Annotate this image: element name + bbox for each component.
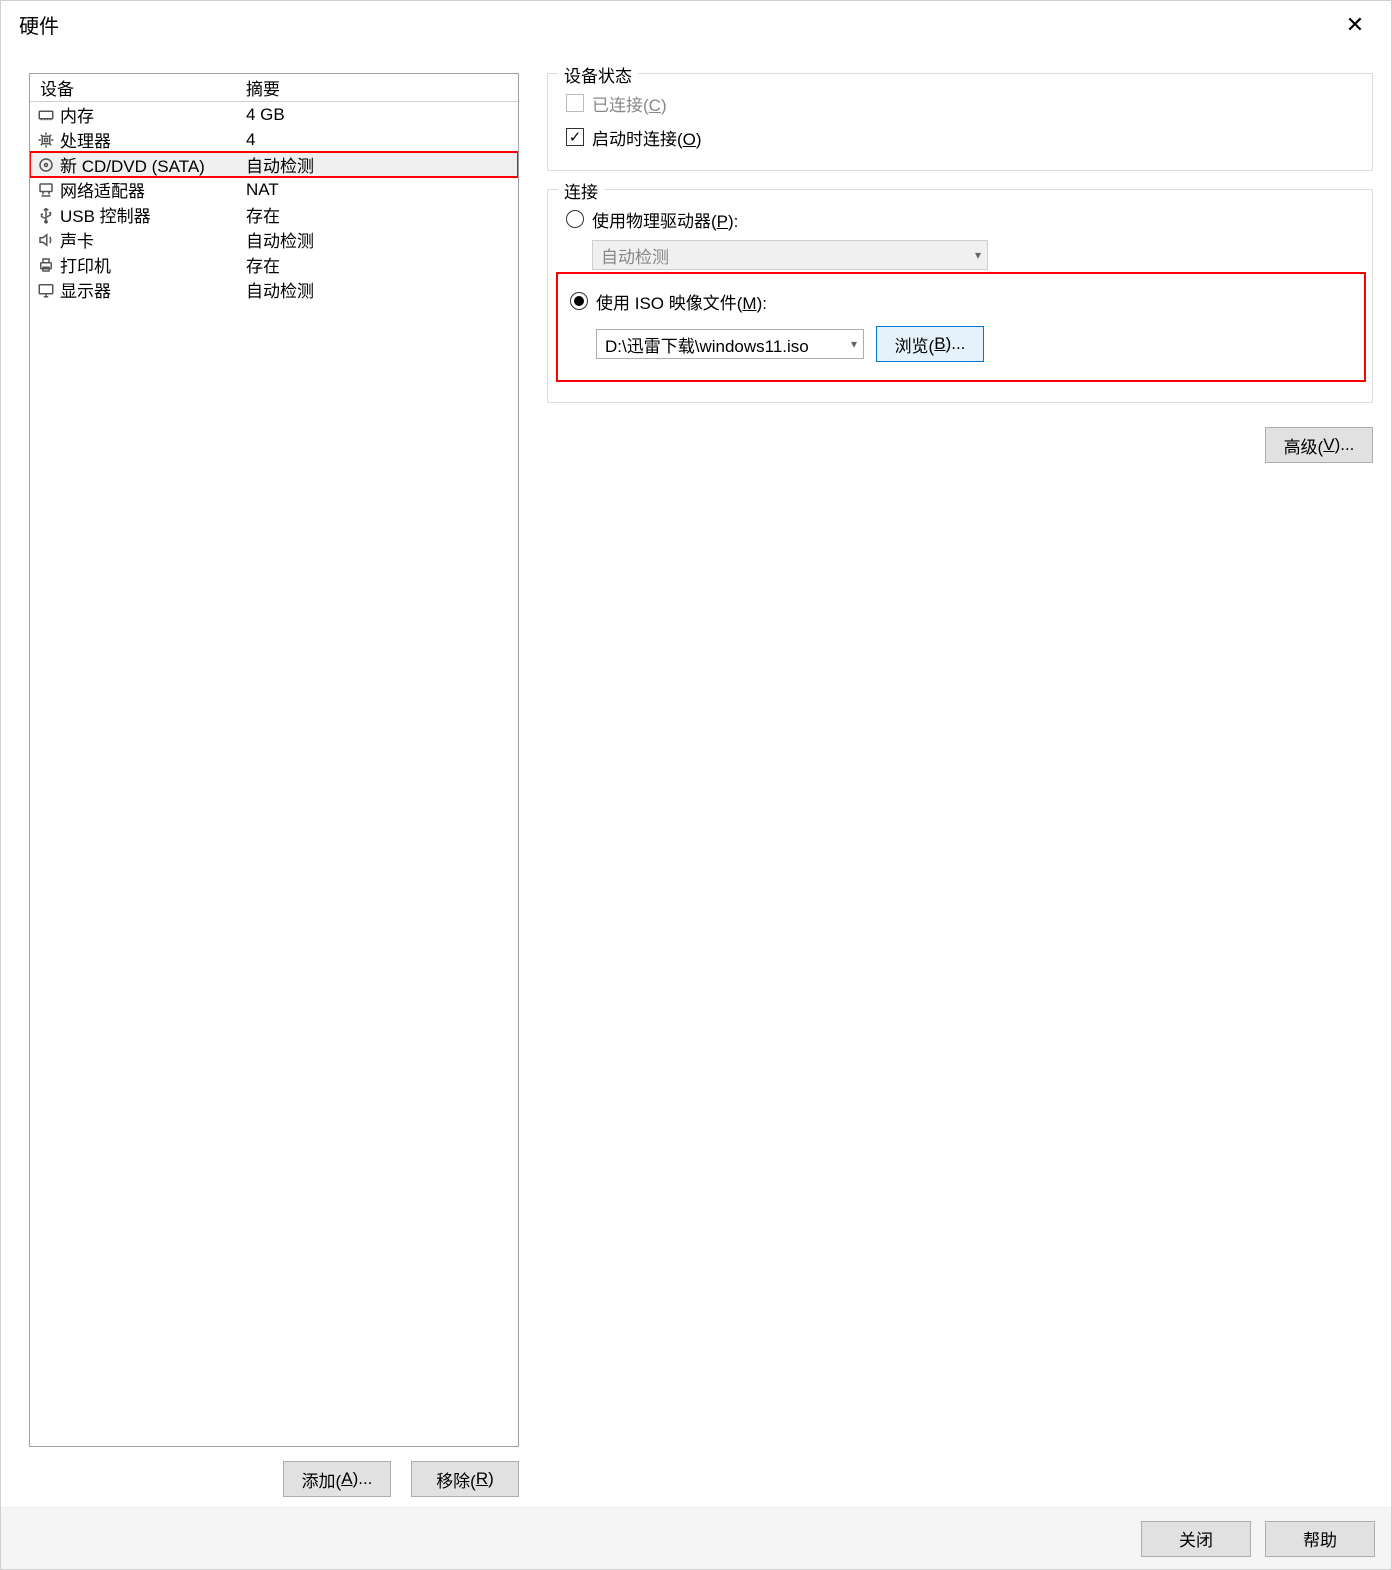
connected-row: 已连接(C)	[566, 86, 1356, 120]
usb-icon	[36, 205, 56, 225]
connect-poweron-label[interactable]: 启动时连接(O)	[592, 125, 702, 150]
window-title: 硬件	[19, 10, 59, 39]
iso-radio[interactable]	[570, 292, 588, 310]
add-button[interactable]: 添加(A)...	[283, 1461, 391, 1497]
device-row-printer[interactable]: 打印机 存在	[30, 252, 518, 277]
connect-poweron-row: 启动时连接(O)	[566, 120, 1356, 154]
browse-button[interactable]: 浏览(B)...	[876, 326, 984, 362]
device-label: 打印机	[60, 252, 111, 277]
device-row-disc[interactable]: 新 CD/DVD (SATA) 自动检测	[30, 152, 518, 177]
physical-drive-label[interactable]: 使用物理驱动器(P):	[592, 207, 738, 232]
sound-icon	[36, 230, 56, 250]
connected-checkbox[interactable]	[566, 94, 584, 112]
header-summary[interactable]: 摘要	[240, 75, 518, 100]
device-label: 内存	[60, 102, 94, 127]
disc-icon	[36, 155, 56, 175]
device-label: 网络适配器	[60, 177, 145, 202]
device-label: 新 CD/DVD (SATA)	[60, 152, 205, 177]
device-table-body: 内存 4 GB 处理器 4 新 CD/DVD (SATA) 自动检测 网络适配器…	[30, 102, 518, 1446]
remove-button[interactable]: 移除(R)	[411, 1461, 519, 1497]
physical-drive-row: 使用物理驱动器(P):	[566, 202, 1356, 236]
device-row-display[interactable]: 显示器 自动检测	[30, 277, 518, 302]
physical-drive-dropdown[interactable]: 自动检测 ▾	[592, 240, 988, 270]
remove-button-u: R	[476, 1469, 488, 1489]
device-label: 显示器	[60, 277, 111, 302]
iso-path-row: D:\迅雷下载\windows11.iso ▾ 浏览(B)...	[596, 326, 1352, 362]
connected-label[interactable]: 已连接(C)	[592, 91, 667, 116]
chevron-down-icon: ▾	[975, 248, 981, 262]
add-button-post: )...	[353, 1469, 373, 1489]
add-button-u: A	[341, 1469, 352, 1489]
device-summary: 自动检测	[240, 277, 518, 302]
device-table: 设备 摘要 内存 4 GB 处理器 4 新 CD/DVD (SATA) 自动检测…	[29, 73, 519, 1447]
device-row-usb[interactable]: USB 控制器 存在	[30, 202, 518, 227]
device-row-network[interactable]: 网络适配器 NAT	[30, 177, 518, 202]
right-pane: 设备状态 已连接(C) 启动时连接(O) 连接 使用物理驱动器(P):	[547, 73, 1377, 1497]
add-button-pre: 添加(	[302, 1467, 342, 1492]
device-row-cpu[interactable]: 处理器 4	[30, 127, 518, 152]
device-status-legend: 设备状态	[558, 62, 638, 87]
content: 设备 摘要 内存 4 GB 处理器 4 新 CD/DVD (SATA) 自动检测…	[1, 49, 1391, 1507]
device-summary: 4 GB	[240, 105, 518, 125]
close-button[interactable]: 关闭	[1141, 1521, 1251, 1557]
footer: 关闭 帮助	[1, 1507, 1391, 1569]
iso-row: 使用 ISO 映像文件(M):	[570, 284, 1352, 318]
connection-legend: 连接	[558, 178, 604, 203]
device-row-memory[interactable]: 内存 4 GB	[30, 102, 518, 127]
device-summary: 4	[240, 130, 518, 150]
device-table-header: 设备 摘要	[30, 74, 518, 102]
connection-group: 连接 使用物理驱动器(P): 自动检测 ▾ 使用 ISO 映像文件(M):	[547, 189, 1373, 403]
cpu-icon	[36, 130, 56, 150]
chevron-down-icon: ▾	[851, 337, 857, 351]
header-device[interactable]: 设备	[30, 75, 240, 100]
device-status-group: 设备状态 已连接(C) 启动时连接(O)	[547, 73, 1373, 171]
remove-button-pre: 移除(	[436, 1467, 476, 1492]
titlebar: 硬件 ✕	[1, 1, 1391, 49]
physical-drive-sub: 自动检测 ▾	[592, 240, 1356, 270]
memory-icon	[36, 105, 56, 125]
remove-button-post: )	[488, 1469, 494, 1489]
device-summary: 存在	[240, 252, 518, 277]
printer-icon	[36, 255, 56, 275]
physical-drive-radio[interactable]	[566, 210, 584, 228]
device-summary: NAT	[240, 180, 518, 200]
device-label: 声卡	[60, 227, 94, 252]
physical-drive-value: 自动检测	[601, 243, 669, 268]
device-summary: 存在	[240, 202, 518, 227]
connect-poweron-checkbox[interactable]	[566, 128, 584, 146]
iso-path-input[interactable]: D:\迅雷下载\windows11.iso ▾	[596, 329, 864, 359]
close-icon[interactable]: ✕	[1333, 9, 1377, 41]
device-row-sound[interactable]: 声卡 自动检测	[30, 227, 518, 252]
left-buttons: 添加(A)... 移除(R)	[29, 1461, 519, 1497]
iso-highlight-block: 使用 ISO 映像文件(M): D:\迅雷下载\windows11.iso ▾ …	[556, 272, 1366, 382]
iso-label[interactable]: 使用 ISO 映像文件(M):	[596, 289, 767, 314]
network-icon	[36, 180, 56, 200]
device-summary: 自动检测	[240, 152, 518, 177]
left-pane: 设备 摘要 内存 4 GB 处理器 4 新 CD/DVD (SATA) 自动检测…	[29, 73, 519, 1497]
help-button[interactable]: 帮助	[1265, 1521, 1375, 1557]
advanced-button[interactable]: 高级(V)...	[1265, 427, 1373, 463]
display-icon	[36, 280, 56, 300]
iso-path-value: D:\迅雷下载\windows11.iso	[605, 332, 809, 357]
device-summary: 自动检测	[240, 227, 518, 252]
device-label: USB 控制器	[60, 202, 151, 227]
advanced-row: 高级(V)...	[547, 427, 1373, 463]
device-label: 处理器	[60, 127, 111, 152]
